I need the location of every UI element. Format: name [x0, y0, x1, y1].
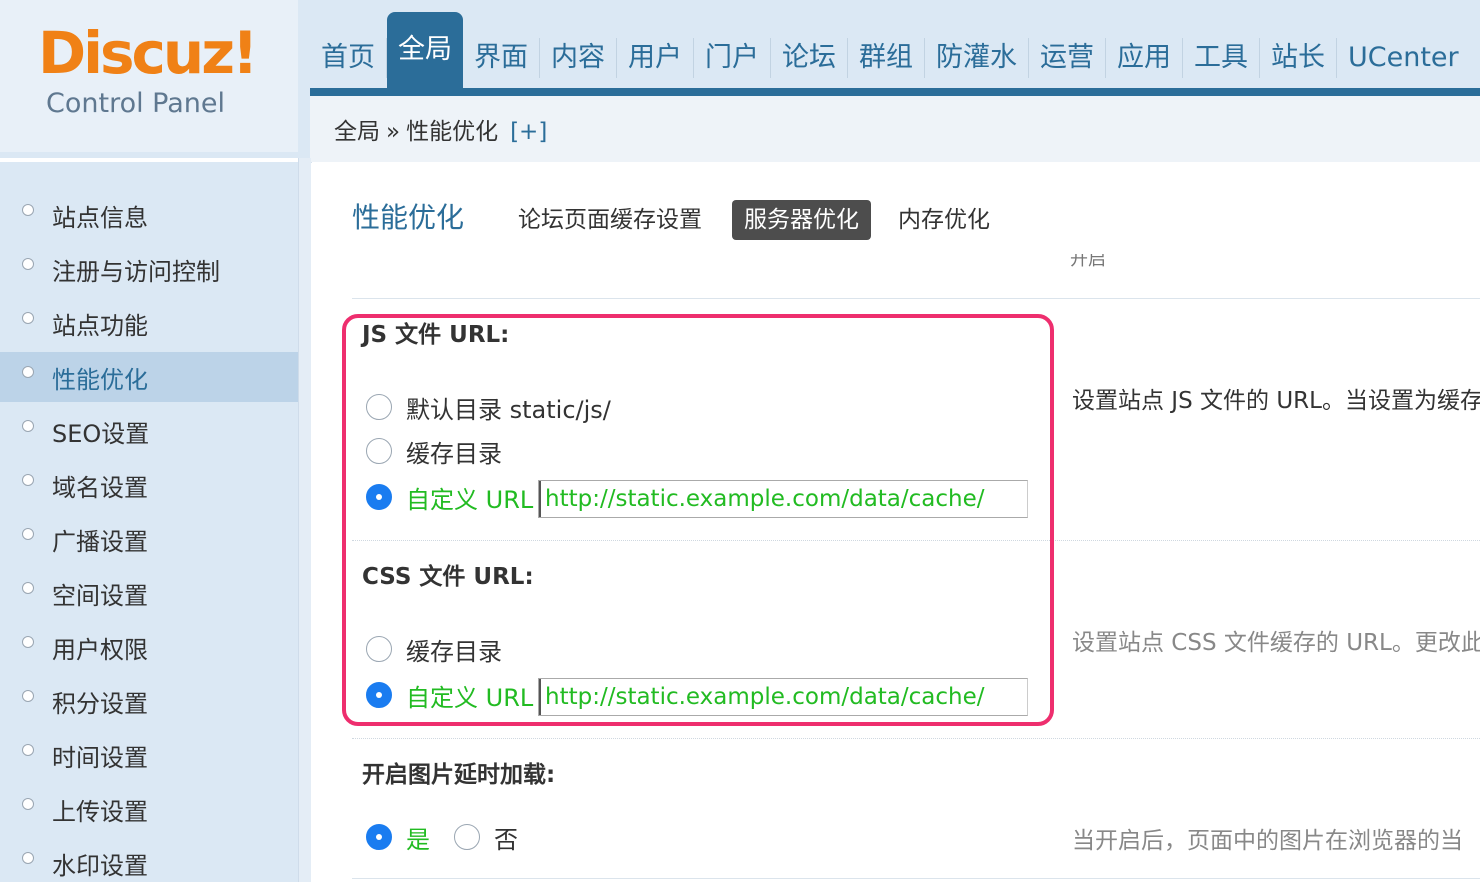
highlight-box: [342, 314, 1054, 726]
sidebar-item-space[interactable]: 空间设置: [0, 568, 298, 618]
nav-item-forum[interactable]: 论坛: [771, 38, 848, 78]
sidebar-item-label: 时间设置: [52, 744, 148, 772]
bullet-icon: [22, 582, 34, 594]
nav-item-ucenter[interactable]: UCenter: [1337, 38, 1470, 78]
sidebar-item-label: 广播设置: [52, 528, 148, 556]
nav-item-global[interactable]: 全局: [387, 12, 463, 88]
tab-server-optimization[interactable]: 服务器优化: [732, 200, 871, 240]
sidebar-item-permissions[interactable]: 用户权限: [0, 622, 298, 672]
sidebar-item-upload[interactable]: 上传设置: [0, 784, 298, 834]
sidebar-item-performance[interactable]: 性能优化: [0, 352, 298, 402]
sidebar: 站点信息 注册与访问控制 站点功能 性能优化 SEO设置 域名设置 广播设置 空…: [0, 162, 298, 882]
sidebar-item-credits[interactable]: 积分设置: [0, 676, 298, 726]
lazyload-option-yes[interactable]: 是: [366, 820, 430, 854]
radio-button[interactable]: [454, 824, 480, 850]
sidebar-item-label: 积分设置: [52, 690, 148, 718]
nav-underline: [310, 88, 1480, 96]
sidebar-item-label: 域名设置: [52, 474, 148, 502]
divider: [352, 878, 1480, 879]
sidebar-item-label: 性能优化: [52, 366, 148, 394]
option-label: 否: [494, 825, 518, 854]
bullet-icon: [22, 420, 34, 432]
sidebar-divider: [298, 158, 311, 882]
sidebar-item-site-features[interactable]: 站点功能: [0, 298, 298, 348]
bullet-icon: [22, 528, 34, 540]
bullet-icon: [22, 258, 34, 270]
divider: [352, 298, 1480, 299]
bullet-icon: [22, 312, 34, 324]
divider: [352, 738, 1480, 739]
sidebar-item-registration[interactable]: 注册与访问控制: [0, 244, 298, 294]
lazyload-description: 当开启后，页面中的图片在浏览器的当: [1072, 828, 1463, 854]
sidebar-item-domain[interactable]: 域名设置: [0, 460, 298, 510]
sidebar-item-watermark[interactable]: 水印设置: [0, 838, 298, 888]
sidebar-item-label: SEO设置: [52, 420, 150, 448]
sidebar-item-site-info[interactable]: 站点信息: [0, 190, 298, 240]
nav-item-interface[interactable]: 界面: [463, 38, 540, 78]
sidebar-item-label: 站点功能: [52, 312, 148, 340]
bullet-icon: [22, 744, 34, 756]
css-url-description: 设置站点 CSS 文件缓存的 URL。更改此: [1072, 630, 1480, 656]
breadcrumb-expand-button[interactable]: [+]: [510, 119, 547, 145]
nav-item-admin[interactable]: 站长: [1260, 38, 1337, 78]
lazyload-option-no[interactable]: 否: [454, 820, 518, 854]
nav-item-portal[interactable]: 门户: [694, 38, 771, 78]
breadcrumb-bar: 全局» 性能优化 [+]: [310, 96, 1480, 163]
main-content: 性能优化 论坛页面缓存设置 服务器优化 内存优化 开启 JS 文件 URL: 默…: [312, 162, 1480, 882]
tab-memory-optimization[interactable]: 内存优化: [898, 200, 990, 240]
sidebar-item-label: 上传设置: [52, 798, 148, 826]
nav-item-apps[interactable]: 应用: [1106, 38, 1183, 78]
nav-item-tools[interactable]: 工具: [1183, 38, 1260, 78]
breadcrumb: 全局» 性能优化 [+]: [334, 96, 547, 168]
breadcrumb-separator: »: [386, 119, 401, 145]
sidebar-item-label: 注册与访问控制: [52, 258, 220, 286]
truncated-text: 开启: [1070, 254, 1106, 268]
bullet-icon: [22, 798, 34, 810]
radio-button-checked[interactable]: [366, 824, 392, 850]
nav-item-content[interactable]: 内容: [540, 38, 617, 78]
logo-subtitle: Control Panel: [46, 88, 226, 119]
js-url-description: 设置站点 JS 文件的 URL。当设置为缓存: [1072, 388, 1480, 414]
bullet-icon: [22, 474, 34, 486]
top-nav: 首页 全局 界面 内容 用户 门户 论坛 群组 防灌水 运营 应用 工具 站长 …: [310, 12, 1470, 88]
bullet-icon: [22, 690, 34, 702]
nav-item-groups[interactable]: 群组: [848, 38, 925, 78]
sidebar-item-label: 站点信息: [52, 204, 148, 232]
breadcrumb-root[interactable]: 全局: [334, 119, 380, 145]
breadcrumb-current: 性能优化: [406, 119, 499, 145]
sidebar-item-label: 用户权限: [52, 636, 148, 664]
lazyload-title: 开启图片延时加载:: [362, 762, 556, 788]
logo[interactable]: Discuz! Control Panel: [0, 0, 298, 152]
bullet-icon: [22, 204, 34, 216]
page-title: 性能优化: [352, 201, 465, 234]
nav-item-antispam[interactable]: 防灌水: [925, 38, 1029, 78]
option-label: 是: [406, 825, 430, 854]
bullet-icon: [22, 366, 34, 378]
bullet-icon: [22, 636, 34, 648]
nav-item-operations[interactable]: 运营: [1029, 38, 1106, 78]
sidebar-item-time[interactable]: 时间设置: [0, 730, 298, 780]
tab-forum-page-cache[interactable]: 论坛页面缓存设置: [518, 200, 702, 240]
sidebar-item-seo[interactable]: SEO设置: [0, 406, 298, 456]
logo-wordmark: Discuz!: [38, 19, 258, 87]
nav-item-home[interactable]: 首页: [310, 38, 387, 78]
sidebar-item-label: 水印设置: [52, 852, 148, 880]
sidebar-item-broadcast[interactable]: 广播设置: [0, 514, 298, 564]
bullet-icon: [22, 852, 34, 864]
nav-item-users[interactable]: 用户: [617, 38, 694, 78]
sidebar-item-label: 空间设置: [52, 582, 148, 610]
